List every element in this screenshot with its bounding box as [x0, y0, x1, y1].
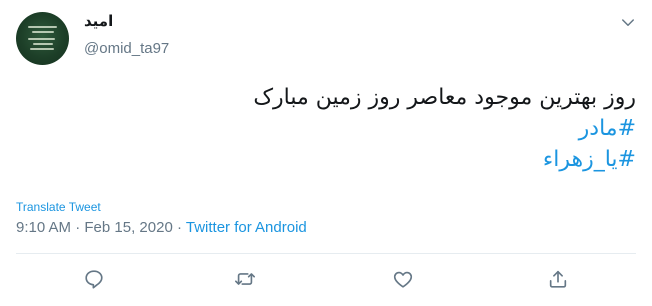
like-icon[interactable]: [392, 268, 414, 290]
tweet-card: امید @omid_ta97 روز بهترین موجود معاصر ر…: [0, 0, 652, 306]
hashtag-link[interactable]: #مادر: [76, 113, 636, 144]
divider: [16, 253, 636, 254]
meta-separator: ·: [172, 219, 186, 236]
translate-tweet-link[interactable]: Translate Tweet: [16, 200, 101, 214]
avatar[interactable]: [16, 12, 69, 65]
share-icon[interactable]: [547, 268, 569, 290]
reply-icon[interactable]: [83, 268, 105, 290]
retweet-icon[interactable]: [234, 268, 256, 290]
meta-separator: ·: [71, 219, 85, 236]
tweet-text-line: روز بهترین موجود معاصر روز زمین مبارک: [253, 85, 636, 110]
hashtag-link[interactable]: #یا_زهراء: [76, 144, 636, 175]
display-name[interactable]: امید: [84, 12, 113, 30]
username[interactable]: @omid_ta97: [84, 40, 169, 57]
tweet-date[interactable]: Feb 15, 2020: [84, 219, 172, 236]
tweet-source-link[interactable]: Twitter for Android: [186, 219, 307, 236]
tweet-text: روز بهترین موجود معاصر روز زمین مبارک #م…: [76, 82, 636, 175]
chevron-down-icon[interactable]: [619, 14, 637, 32]
tweet-meta: 9:10 AM · Feb 15, 2020 · Twitter for And…: [16, 219, 307, 236]
tweet-time[interactable]: 9:10 AM: [16, 219, 71, 236]
